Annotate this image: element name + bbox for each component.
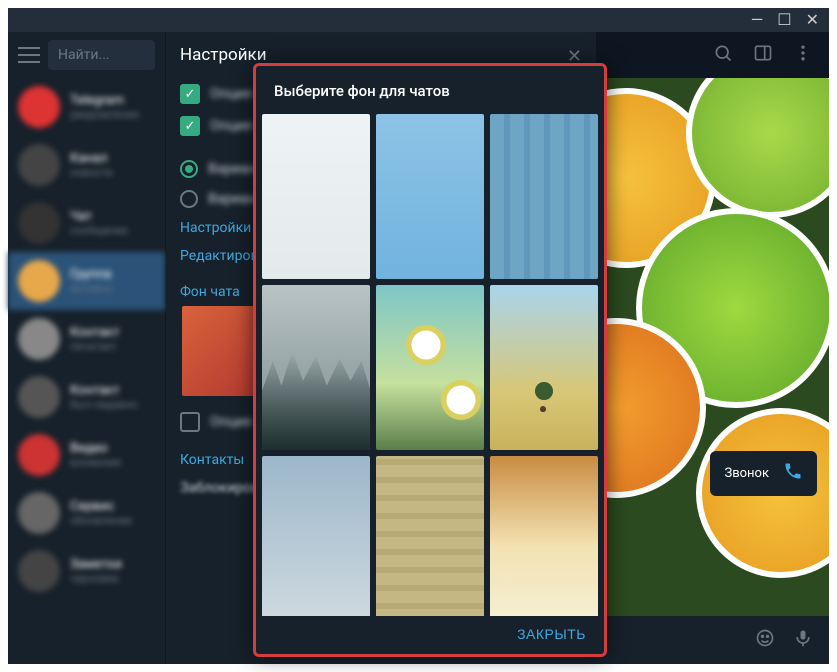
wallpaper-grid[interactable] (256, 114, 604, 616)
wallpaper-thumb[interactable] (262, 285, 370, 450)
call-bar[interactable]: Звонок (710, 451, 817, 496)
message-input-bar[interactable] (596, 616, 829, 664)
wallpaper-thumb[interactable] (262, 114, 370, 279)
window-maximize-button[interactable]: ☐ (777, 12, 791, 28)
search-input[interactable]: Найти... (48, 40, 155, 70)
chat-list: Telegramуведомление Каналновости Чатсооб… (8, 78, 165, 600)
list-item[interactable]: Заметкичерновик (8, 542, 165, 600)
list-item[interactable]: Контактбыл недавно (8, 368, 165, 426)
window-minimize-button[interactable]: — (751, 12, 764, 28)
chat-panel: Звонок (596, 32, 829, 664)
call-label: Звонок (724, 466, 769, 481)
search-icon[interactable] (713, 43, 733, 67)
wallpaper-thumb[interactable] (262, 456, 370, 616)
window-close-button[interactable]: ✕ (806, 12, 819, 28)
wallpaper-thumb[interactable] (376, 285, 484, 450)
chat-header (596, 32, 829, 78)
wallpaper-picker-modal: Выберите фон для чатов ЗАКРЫТЬ (253, 63, 607, 657)
checkbox[interactable]: ✓ (180, 116, 200, 136)
list-item[interactable]: Сервисобновление (8, 484, 165, 542)
radio[interactable] (180, 190, 198, 208)
radio[interactable] (180, 160, 198, 178)
list-item[interactable]: Контактпечатает (8, 310, 165, 368)
wallpaper-thumb[interactable] (376, 456, 484, 616)
list-item[interactable]: Чатсообщение (8, 194, 165, 252)
wallpaper-thumb[interactable] (490, 285, 598, 450)
window-titlebar: — ☐ ✕ (8, 8, 829, 32)
list-item[interactable]: Каналновости (8, 136, 165, 194)
list-item[interactable]: Видеовложение (8, 426, 165, 484)
sidebar: Найти... Telegramуведомление Каналновост… (8, 32, 166, 664)
checkbox[interactable]: ✓ (180, 84, 200, 104)
wallpaper-thumb[interactable] (490, 114, 598, 279)
phone-icon[interactable] (783, 461, 803, 486)
wallpaper-thumb[interactable] (490, 456, 598, 616)
list-item[interactable]: Группаактивно (8, 252, 165, 310)
menu-icon[interactable] (18, 47, 40, 63)
sidepanel-icon[interactable] (753, 43, 773, 67)
microphone-icon[interactable] (793, 628, 813, 653)
close-button[interactable]: ЗАКРЫТЬ (517, 626, 586, 642)
emoji-icon[interactable] (755, 628, 775, 653)
checkbox[interactable] (180, 412, 200, 432)
more-icon[interactable] (793, 43, 813, 67)
modal-title: Выберите фон для чатов (256, 66, 604, 114)
app-window: — ☐ ✕ Найти... Telegramуведомление Канал… (8, 8, 829, 664)
wallpaper-thumb[interactable] (376, 114, 484, 279)
chat-background: Звонок (596, 78, 829, 616)
list-item[interactable]: Telegramуведомление (8, 78, 165, 136)
